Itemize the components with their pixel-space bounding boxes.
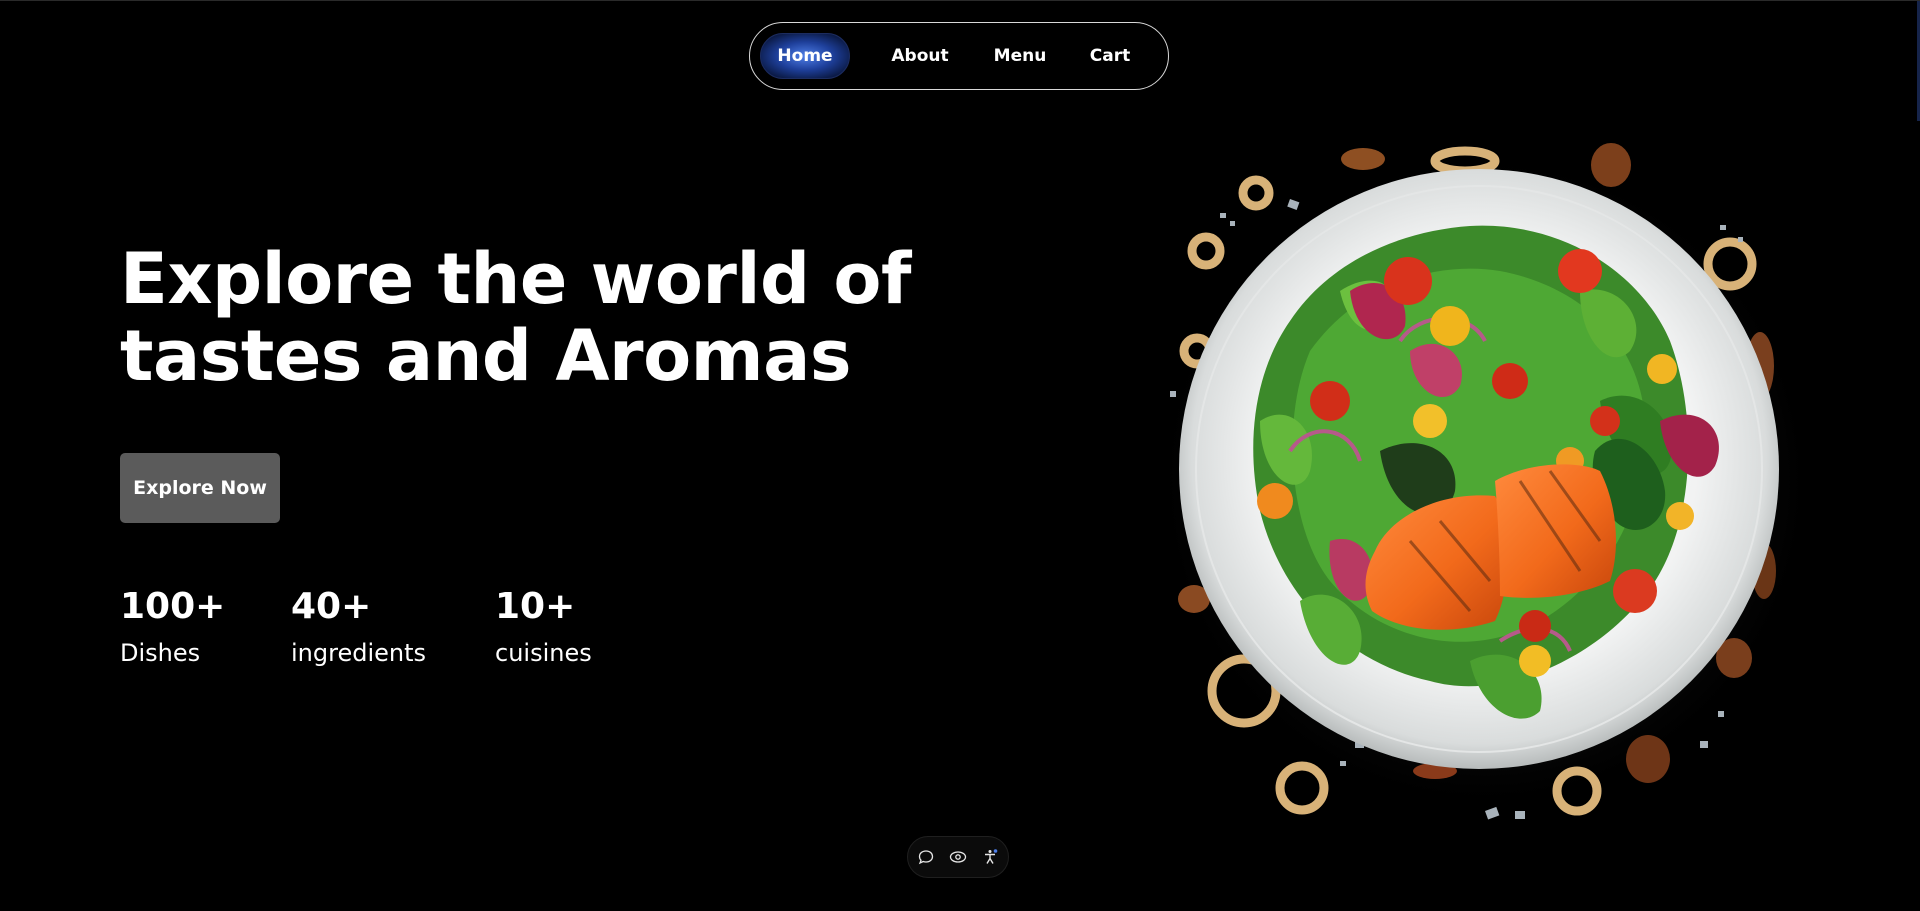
nav-home[interactable]: Home	[760, 33, 850, 79]
stat-label: Dishes	[120, 639, 201, 667]
nav-cart[interactable]: Cart	[1080, 33, 1140, 79]
hero-title-line-2: tastes and Aromas	[120, 315, 852, 397]
stat-label: cuisines	[495, 639, 592, 667]
stat-value: 100+	[120, 586, 226, 627]
nav-about[interactable]: About	[880, 33, 960, 79]
hero-title-line-1: Explore the world of	[120, 238, 911, 320]
hero-title: Explore the world of tastes and Aromas	[120, 241, 920, 395]
accessibility-dock	[907, 836, 1009, 878]
stat-cuisines: 10+ cuisines	[495, 583, 592, 673]
chat-bubble-icon[interactable]	[916, 847, 936, 867]
top-nav: Home About Menu Cart	[749, 22, 1169, 90]
nav-menu[interactable]: Menu	[980, 33, 1060, 79]
page: Home About Menu Cart Explore the world o…	[0, 0, 1920, 911]
stat-dishes: 100+ Dishes	[120, 583, 225, 673]
accessibility-icon[interactable]	[980, 847, 1000, 867]
stat-value: 10+	[495, 586, 576, 627]
dish-image	[1155, 143, 1800, 820]
explore-now-button[interactable]: Explore Now	[120, 453, 280, 523]
stat-ingredients: 40+ ingredients	[291, 583, 426, 673]
stat-label: ingredients	[291, 639, 427, 667]
eye-icon[interactable]	[948, 847, 968, 867]
stat-value: 40+	[291, 586, 372, 627]
